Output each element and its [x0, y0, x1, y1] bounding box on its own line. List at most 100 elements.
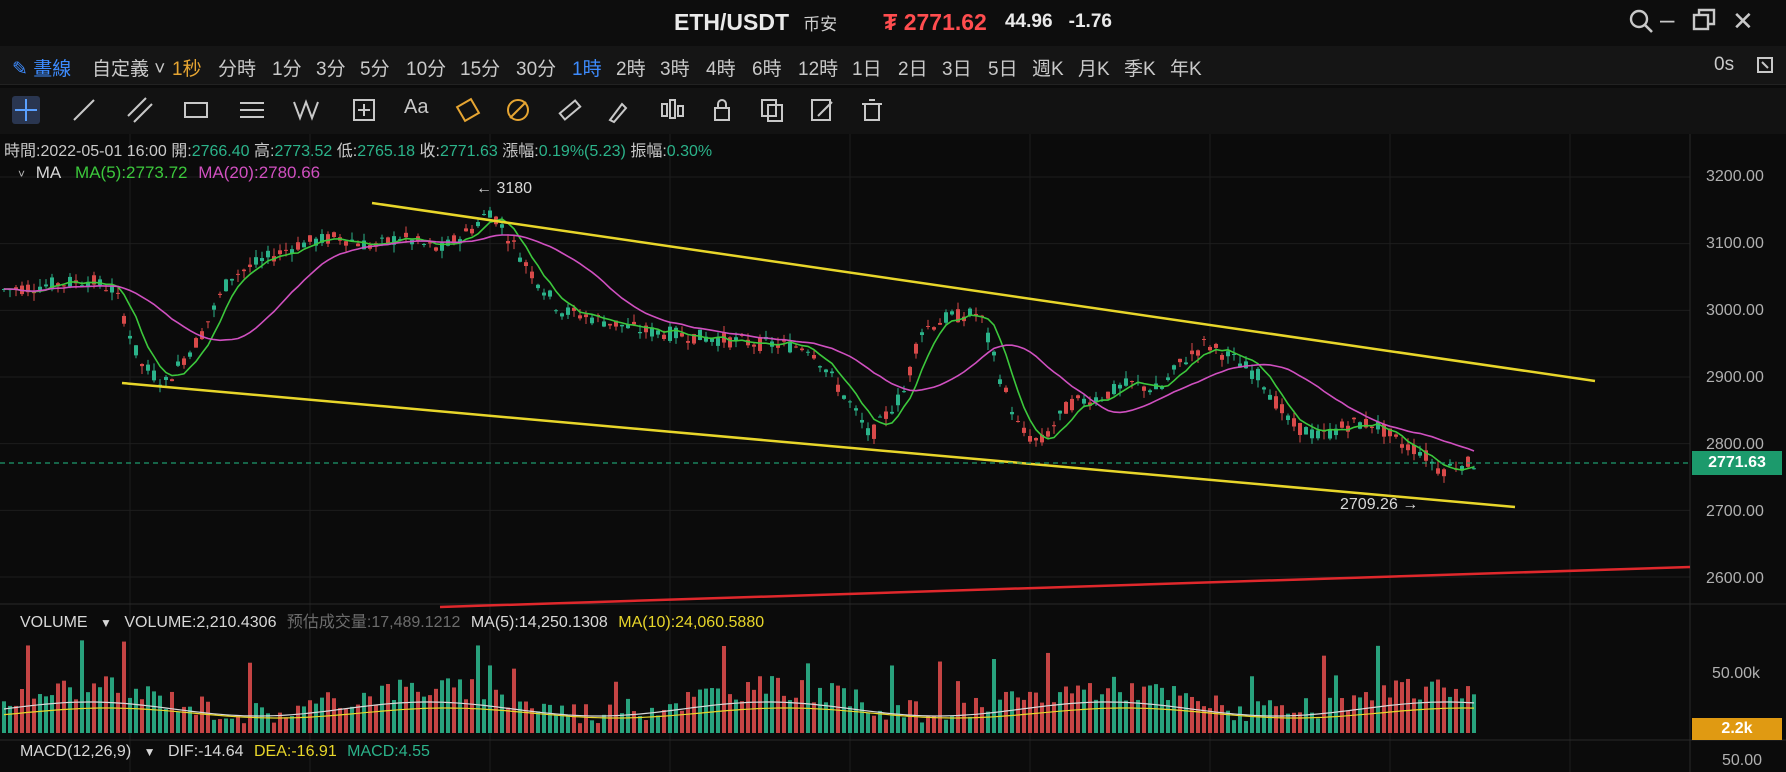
volume-bar	[302, 706, 306, 733]
tf-6h[interactable]: 6時	[752, 54, 782, 81]
tf-5m[interactable]: 5分	[360, 54, 390, 81]
tf-30m[interactable]: 30分	[516, 54, 556, 81]
volume-bar	[488, 665, 492, 733]
macd-value: MACD:4.55	[347, 743, 430, 760]
tf-5d[interactable]: 5日	[988, 54, 1018, 81]
candle-body	[254, 257, 258, 265]
volume-bar	[440, 680, 444, 733]
horizontal-lines-icon[interactable]	[238, 96, 266, 124]
tf-tick[interactable]: 分時	[218, 54, 256, 81]
tf-2h[interactable]: 2時	[616, 54, 646, 81]
ruler-icon[interactable]	[556, 96, 584, 124]
tf-3m[interactable]: 3分	[316, 54, 346, 81]
fib-icon[interactable]	[454, 96, 482, 124]
restore-icon[interactable]	[1692, 8, 1716, 39]
volume-bar	[38, 694, 42, 733]
low-value: 2765.18	[357, 143, 416, 160]
candle-body	[1130, 381, 1134, 383]
volume-ma5: MA(5):14,250.1308	[470, 614, 608, 631]
candle-body	[818, 366, 822, 368]
candle-body	[206, 321, 210, 323]
tf-1h[interactable]: 1時	[572, 54, 602, 81]
price-axis-label: 3100.00	[1706, 235, 1764, 252]
volume-bar	[584, 704, 588, 733]
volume-bar	[548, 704, 552, 733]
tf-2d[interactable]: 2日	[898, 54, 928, 81]
volume-bar	[380, 685, 384, 733]
candle-body	[662, 334, 666, 340]
tf-1s[interactable]: 1秒	[172, 54, 202, 81]
ohlc-icon[interactable]	[658, 96, 686, 124]
collapse-icon[interactable]: ˅	[18, 167, 25, 181]
volume-bar	[62, 680, 66, 733]
candle-body	[944, 312, 948, 323]
tf-12h[interactable]: 12時	[798, 54, 838, 81]
lock-icon[interactable]	[708, 96, 736, 124]
macd-name[interactable]: MACD(12,26,9)	[20, 743, 131, 760]
volume-bar	[164, 708, 168, 733]
copy-icon[interactable]	[758, 96, 786, 124]
last-price: ₮ 2771.62	[883, 8, 987, 35]
price-axis-label: 2600.00	[1706, 570, 1764, 587]
volume-name[interactable]: VOLUME	[20, 614, 88, 631]
volume-bar	[1148, 685, 1152, 733]
candle-body	[1310, 429, 1314, 439]
tf-year[interactable]: 年K	[1170, 54, 1202, 81]
volume-bar	[260, 707, 264, 733]
measure-icon[interactable]	[350, 96, 378, 124]
brush-icon[interactable]	[606, 96, 634, 124]
tf-1m[interactable]: 1分	[272, 54, 302, 81]
text-icon[interactable]: Aa	[404, 96, 432, 124]
candle-body	[986, 332, 990, 343]
volume-bar	[662, 709, 666, 733]
tf-10m[interactable]: 10分	[406, 54, 446, 81]
volume-bar	[986, 711, 990, 733]
volume-bar	[704, 688, 708, 733]
channel-upper-line	[371, 201, 1596, 383]
volume-bar	[1166, 700, 1170, 733]
candle-body	[920, 332, 924, 336]
volume-dropdown-icon[interactable]: ▼	[100, 616, 112, 630]
candle-body	[638, 332, 642, 334]
candle-body	[434, 247, 438, 251]
tf-15m[interactable]: 15分	[460, 54, 500, 81]
trendline-icon[interactable]	[70, 96, 98, 124]
volume-bar	[1406, 678, 1410, 733]
parallel-channel-icon[interactable]	[126, 96, 154, 124]
edit-icon[interactable]	[808, 96, 836, 124]
tf-4h[interactable]: 4時	[706, 54, 736, 81]
rectangle-icon[interactable]	[182, 96, 210, 124]
candle-body	[794, 346, 798, 348]
candle-body	[302, 242, 306, 248]
minimize-icon[interactable]: –	[1660, 4, 1674, 35]
countdown: 0s	[1714, 54, 1735, 75]
volume-bar	[1400, 682, 1404, 733]
ma-name[interactable]: MA	[36, 163, 61, 182]
wave-icon[interactable]	[292, 96, 320, 124]
candle-body	[188, 352, 192, 357]
candle-body	[560, 313, 564, 317]
tf-3d[interactable]: 3日	[942, 54, 972, 81]
candle-body	[1028, 436, 1032, 442]
crosshair-icon[interactable]	[12, 96, 40, 124]
search-icon[interactable]	[1628, 8, 1654, 41]
candle-body	[1394, 434, 1398, 437]
settings-icon[interactable]	[1756, 56, 1774, 79]
change-value: 0.19%(5.23)	[538, 143, 626, 160]
custom-dropdown[interactable]: 自定義 ˅	[92, 54, 165, 81]
draw-button[interactable]: ✎ 畫線	[12, 54, 71, 81]
candle-body	[404, 232, 408, 238]
tf-3h[interactable]: 3時	[660, 54, 690, 81]
candle-body	[584, 314, 588, 318]
volume-bar	[470, 679, 474, 733]
macd-dropdown-icon[interactable]: ▼	[144, 745, 156, 759]
chart-canvas[interactable]	[0, 134, 1786, 772]
fib-circle-icon[interactable]	[504, 96, 532, 124]
tf-1d[interactable]: 1日	[852, 54, 882, 81]
tf-quarter[interactable]: 季K	[1124, 54, 1156, 81]
close-icon[interactable]: ✕	[1732, 6, 1754, 37]
delete-icon[interactable]	[858, 96, 886, 124]
tf-week[interactable]: 週K	[1032, 54, 1064, 81]
candle-body	[542, 292, 546, 296]
tf-month[interactable]: 月K	[1078, 54, 1110, 81]
